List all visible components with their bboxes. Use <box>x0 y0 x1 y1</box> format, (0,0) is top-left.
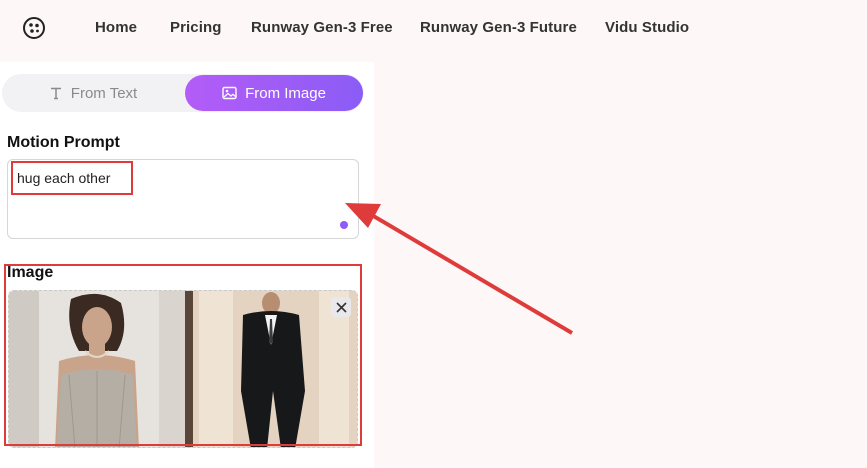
nav-runway-gen3-future[interactable]: Runway Gen-3 Future <box>420 19 577 36</box>
film-reel-icon[interactable] <box>22 16 46 40</box>
status-dot-icon <box>340 221 348 229</box>
mode-tabs: From Text From Image <box>2 74 364 112</box>
nav-pricing[interactable]: Pricing <box>170 19 222 36</box>
text-t-icon <box>50 87 61 100</box>
annotation-box-prompt <box>11 161 133 195</box>
nav-vidu-studio[interactable]: Vidu Studio <box>605 19 689 36</box>
top-navigation: Home Pricing Runway Gen-3 Free Runway Ge… <box>0 0 867 58</box>
tab-from-text[interactable]: From Text <box>2 74 184 112</box>
image-icon <box>222 86 237 100</box>
generation-panel: From Text From Image Motion Prompt hug e… <box>0 62 374 468</box>
motion-prompt-label: Motion Prompt <box>7 134 120 151</box>
tab-from-image[interactable]: From Image <box>185 75 363 111</box>
nav-home[interactable]: Home <box>95 19 137 36</box>
annotation-box-image <box>4 264 362 446</box>
tab-from-image-label: From Image <box>245 84 326 102</box>
tab-from-text-label: From Text <box>70 84 138 102</box>
nav-runway-gen3-free[interactable]: Runway Gen-3 Free <box>251 19 393 36</box>
